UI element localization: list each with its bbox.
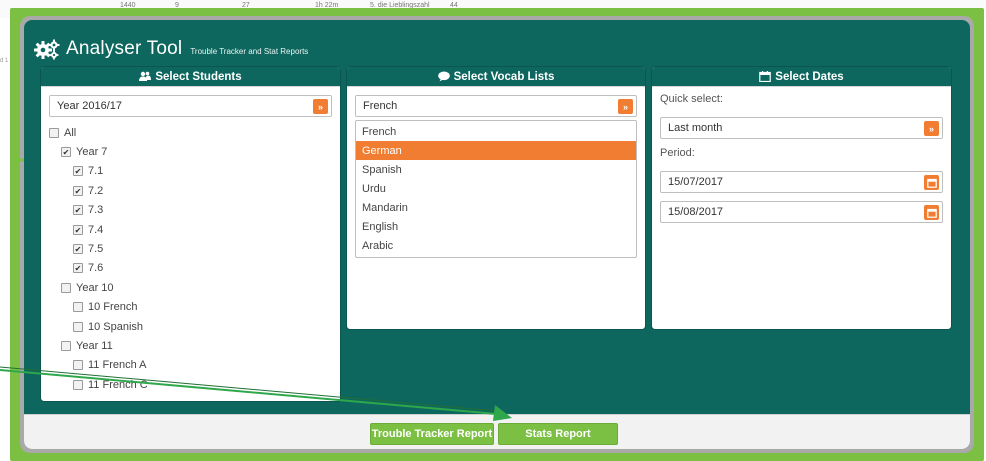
student-tree-label: 11 French C [88,378,148,391]
calendar-icon[interactable] [924,205,939,220]
vocab-option[interactable]: English [356,217,636,236]
dates-card-header: Select Dates [652,67,951,87]
quick-select-label: Quick select: [660,93,723,105]
vocab-option[interactable]: Mandarin [356,198,636,217]
student-tree-label: 7.6 [88,262,104,275]
vocab-card-header: Select Vocab Lists [347,67,645,87]
dates-card-title: Select Dates [775,70,844,83]
period-label: Period: [660,147,695,159]
vocab-card-title: Select Vocab Lists [453,70,555,83]
student-tree-label: 11 French A [88,359,147,372]
checkbox[interactable] [73,321,83,332]
student-tree-item[interactable]: 7.5 [49,239,332,258]
student-tree-item[interactable]: 10 Spanish [49,317,332,336]
date-from-input[interactable]: 15/07/2017 [660,171,943,193]
year-select-value: Year 2016/17 [57,100,123,112]
checkbox[interactable] [61,340,71,351]
checkbox[interactable] [73,360,83,371]
vocab-option[interactable]: German [356,141,636,160]
chevron-double-down-icon[interactable]: » [313,99,328,114]
checkbox[interactable] [73,185,83,196]
vocab-option[interactable]: Arabic [356,236,636,255]
student-tree-item[interactable]: Year 7 [49,142,332,161]
vocab-option[interactable]: Urdu [356,179,636,198]
chevron-double-down-icon[interactable]: » [618,99,633,114]
student-tree-item[interactable]: 11 French C [49,375,332,394]
analyser-panel: Analyser Tool Trouble Tracker and Stat R… [24,20,970,449]
student-tree-item[interactable]: 7.3 [49,201,332,220]
year-select[interactable]: Year 2016/17 » [49,95,332,117]
checkbox[interactable] [73,224,83,235]
student-tree: All Year 7 7.1 7.2 7.3 7.4 7.5 7.6 Year 10 10 Fre… [49,123,332,394]
student-tree-label: All [64,126,77,139]
checkbox[interactable] [73,244,83,255]
student-tree-item[interactable]: 7.1 [49,162,332,181]
students-card-header: Select Students [41,67,340,87]
student-tree-label: 7.2 [88,184,104,197]
checkbox[interactable] [73,205,83,216]
student-tree-label: Year 11 [76,339,113,352]
vocab-option[interactable]: French [356,122,636,141]
checkbox[interactable] [73,379,83,390]
gears-icon [34,39,60,60]
vocab-select[interactable]: French » [355,95,637,117]
students-card: Select Students Year 2016/17 » All Year 7… [40,66,341,402]
vocab-select-value: French [363,100,398,112]
students-card-title: Select Students [155,70,242,83]
checkbox[interactable] [49,127,59,138]
dates-card: Select Dates Quick select: Last month » … [651,66,952,330]
vocab-card: Select Vocab Lists French » French German… [346,66,646,330]
quick-select[interactable]: Last month » [660,117,943,139]
panel-title-row: Analyser Tool Trouble Tracker and Stat R… [34,38,308,60]
checkbox[interactable] [73,263,83,274]
app-title: Analyser Tool [66,38,183,59]
vocab-option[interactable]: Spanish [356,160,636,179]
student-tree-label: Year 10 [76,281,114,294]
calendar-icon [759,71,772,82]
vocab-dropdown-list: French German Spanish Urdu Mandarin English Ar… [355,120,637,258]
checkbox[interactable] [61,147,71,158]
app-subtitle: Trouble Tracker and Stat Reports [190,47,309,56]
student-tree-item[interactable]: Year 10 [49,278,332,297]
speech-bubble-icon [437,71,450,82]
student-tree-item[interactable]: 11 French A [49,356,332,375]
student-tree-item[interactable]: Year 11 [49,336,332,355]
student-tree-label: 7.3 [88,204,104,217]
student-tree-label: Year 7 [76,146,108,159]
checkbox[interactable] [73,166,83,177]
checkbox[interactable] [73,302,83,313]
student-tree-item[interactable]: 10 French [49,298,332,317]
background-side-text: d 1 [0,58,9,64]
date-to-value: 15/08/2017 [668,206,724,218]
student-tree-label: 7.4 [88,223,104,236]
student-tree-item[interactable]: 7.4 [49,220,332,239]
users-icon [139,71,152,81]
calendar-icon[interactable] [924,175,939,190]
student-tree-label: 7.5 [88,243,104,256]
chevron-double-down-icon[interactable]: » [924,121,939,136]
date-from-value: 15/07/2017 [668,176,724,188]
stats-report-button[interactable]: Stats Report [498,423,618,445]
checkbox[interactable] [61,282,71,293]
report-footer: Trouble Tracker Report Stats Report [24,414,970,449]
student-tree-label: 10 Spanish [88,320,144,333]
student-tree-label: 7.1 [88,165,104,178]
date-to-input[interactable]: 15/08/2017 [660,201,943,223]
student-tree-item[interactable]: All [49,123,332,142]
student-tree-item[interactable]: 7.2 [49,181,332,200]
student-tree-item[interactable]: 7.6 [49,259,332,278]
student-tree-label: 10 French [88,301,138,314]
trouble-tracker-report-button[interactable]: Trouble Tracker Report [370,423,494,445]
quick-select-value: Last month [668,122,723,134]
